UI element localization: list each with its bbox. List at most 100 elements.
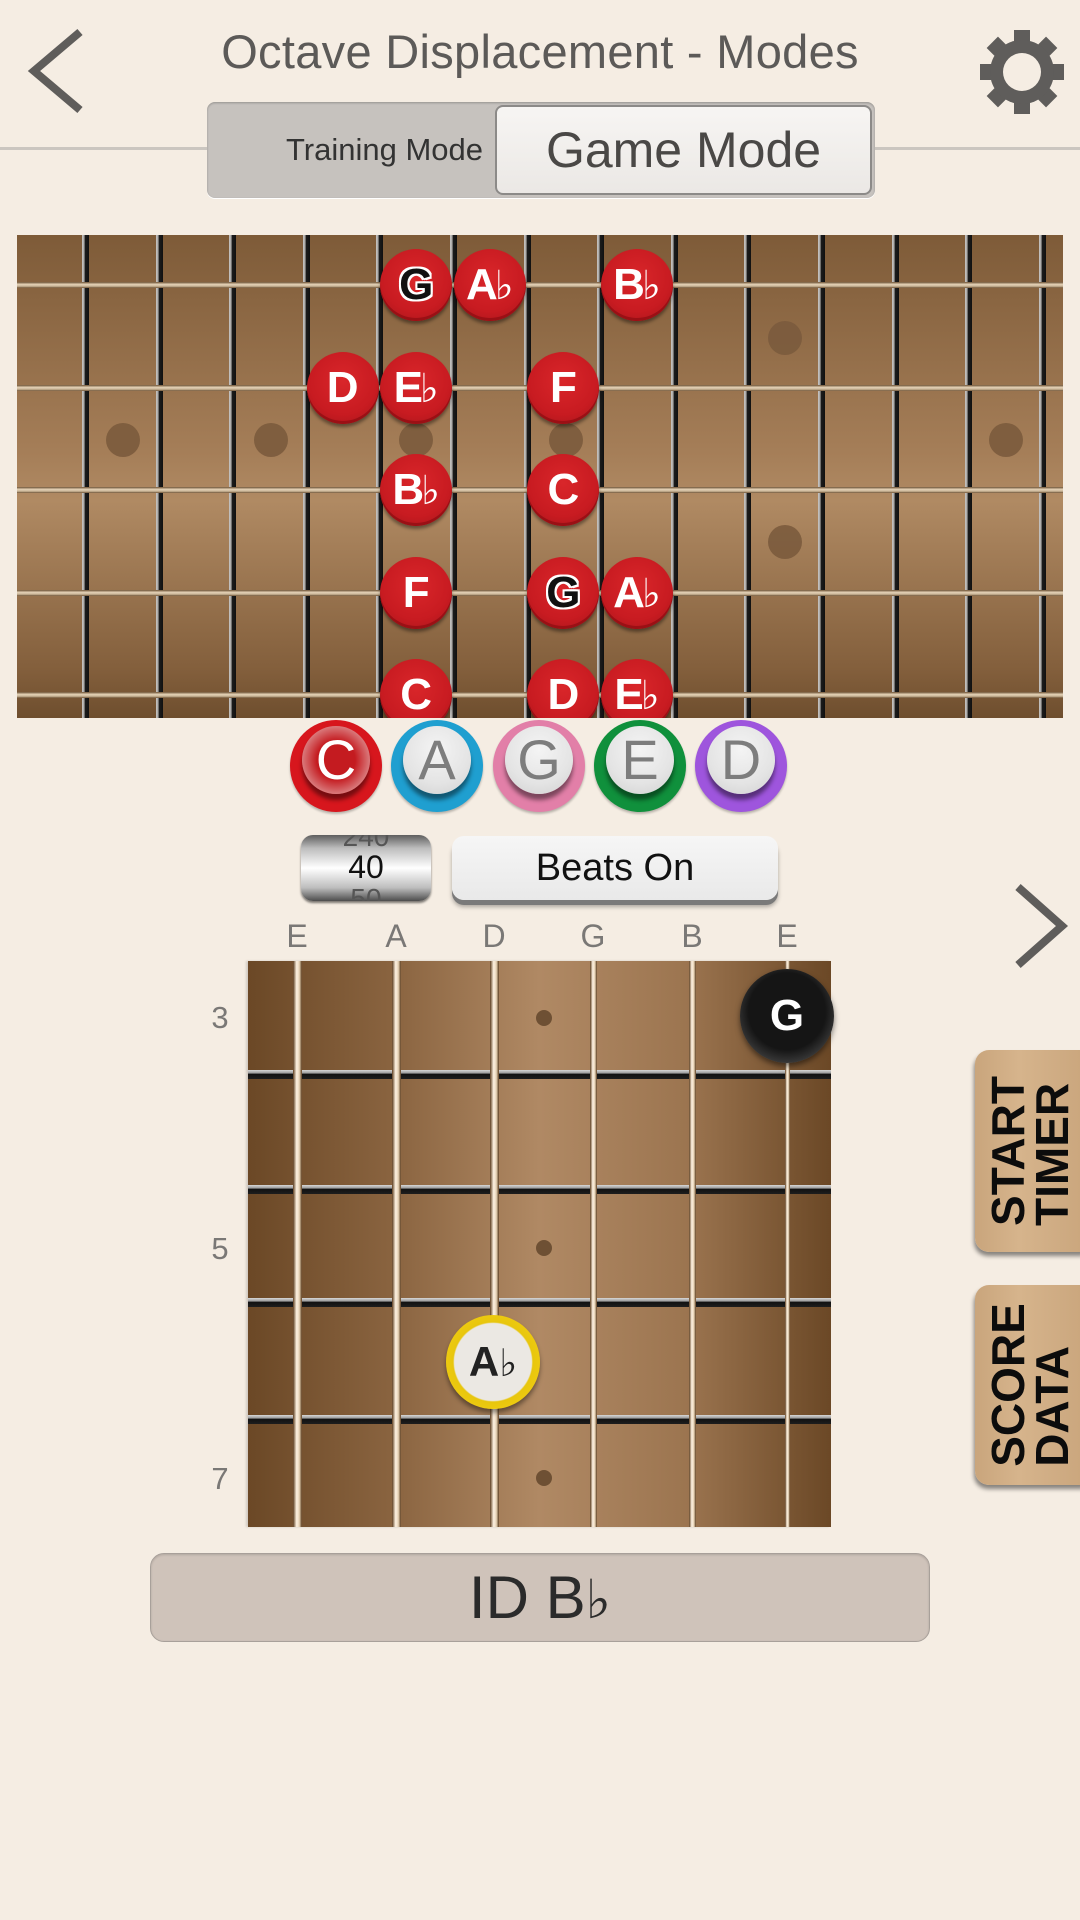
marker-letter: A: [468, 1338, 500, 1385]
scale-note-marker[interactable]: F: [380, 557, 453, 629]
start-timer-tab[interactable]: START TIMER: [975, 1050, 1080, 1252]
caged-button-label: E: [606, 726, 674, 794]
root-note-marker[interactable]: G: [527, 557, 600, 629]
score-data-label: SCORE DATA: [982, 1303, 1078, 1467]
note-accidental: ♭: [494, 263, 514, 309]
note-accidental: ♭: [641, 263, 661, 309]
fret-wire: [229, 235, 237, 718]
fret-inlay-dot: [768, 525, 802, 559]
score-data-line2: DATA: [1026, 1345, 1078, 1467]
fret-wire: [155, 235, 163, 718]
caged-button-d[interactable]: D: [695, 720, 787, 812]
scale-note-marker[interactable]: A♭: [453, 249, 526, 321]
scale-note-marker[interactable]: B♭: [380, 454, 453, 526]
identify-prompt: ID B♭: [150, 1553, 930, 1642]
note-letter: F: [402, 568, 430, 617]
string-label: G: [580, 918, 606, 954]
fret-inlay-dot: [536, 1010, 552, 1026]
scale-note-marker[interactable]: B♭: [601, 249, 673, 321]
string-label: D: [482, 918, 506, 954]
string-label: E: [776, 918, 798, 954]
next-button[interactable]: [1010, 882, 1072, 970]
chevron-right-icon: [1015, 884, 1069, 968]
fret-inlay-dot: [536, 1240, 552, 1256]
string-label: A: [385, 918, 407, 954]
note-letter: B: [392, 465, 425, 514]
guitar-string: [589, 961, 597, 1527]
caged-button-g[interactable]: G: [493, 720, 585, 812]
training-mode-tab[interactable]: Training Mode: [207, 102, 495, 198]
guitar-string: [17, 282, 1063, 288]
note-letter: A: [465, 260, 498, 309]
fret-inlay-dot: [106, 423, 140, 457]
note-letter: G: [399, 260, 434, 309]
tempo-picker[interactable]: 240 40 50: [301, 835, 431, 901]
tempo-next-value: 50: [350, 883, 382, 901]
prompt-accidental: ♭: [585, 1568, 612, 1631]
fret-wire: [248, 1185, 831, 1194]
scale-note-marker[interactable]: C: [527, 454, 600, 526]
fret-inlay-dot: [768, 321, 802, 355]
scale-note-marker[interactable]: E♭: [380, 352, 453, 424]
start-timer-line1: START: [982, 1076, 1034, 1226]
beats-toggle-button[interactable]: Beats On: [452, 836, 778, 900]
fret-wire: [965, 235, 973, 718]
caged-button-label: A: [403, 726, 471, 794]
fret-inlay-dot: [536, 1470, 552, 1486]
scale-note-marker[interactable]: C: [380, 659, 453, 718]
string-label: B: [681, 918, 703, 954]
note-accidental: ♭: [641, 571, 661, 617]
note-accidental: ♭: [640, 673, 660, 718]
note-letter: E: [393, 363, 423, 412]
scale-note-marker[interactable]: D: [527, 659, 600, 718]
score-data-tab[interactable]: SCORE DATA: [975, 1285, 1080, 1485]
caged-button-e[interactable]: E: [594, 720, 686, 812]
note-letter: B: [613, 260, 645, 309]
prompt-text: ID B: [468, 1564, 586, 1631]
fret-wire: [82, 235, 89, 718]
fret-inlay-dot: [399, 423, 433, 457]
back-button[interactable]: [22, 26, 92, 116]
tempo-value: 40: [348, 849, 384, 885]
fret-inlay-dot: [549, 423, 583, 457]
fret-wire: [818, 235, 825, 718]
answer-fretboard[interactable]: [248, 961, 831, 1527]
marker-accidental: ♭: [499, 1341, 518, 1385]
settings-button[interactable]: [976, 26, 1068, 118]
note-accidental: ♭: [419, 366, 439, 412]
caged-button-label: C: [302, 726, 370, 794]
note-letter: D: [326, 363, 359, 412]
caged-button-a[interactable]: A: [391, 720, 483, 812]
fret-wire: [248, 1298, 831, 1307]
note-accidental: ♭: [421, 468, 441, 514]
note-letter: C: [400, 670, 433, 718]
target-note: G: [740, 969, 834, 1063]
mode-segmented-control: Training Mode Game Mode: [207, 102, 875, 198]
answer-note-marker[interactable]: A♭: [446, 1315, 540, 1409]
guitar-string: [688, 961, 696, 1527]
scale-note-marker[interactable]: D: [306, 352, 379, 424]
scale-note-marker[interactable]: A♭: [601, 557, 673, 629]
fret-wire: [891, 235, 899, 718]
game-mode-tab[interactable]: Game Mode: [495, 105, 872, 195]
guitar-string: [489, 961, 499, 1527]
note-letter: C: [547, 465, 580, 514]
root-note-marker[interactable]: G: [380, 249, 453, 321]
fret-wire: [450, 235, 457, 718]
fret-wire: [248, 1070, 831, 1079]
fret-wire: [302, 235, 310, 718]
start-timer-line2: TIMER: [1026, 1082, 1078, 1226]
scale-note-marker[interactable]: E♭: [601, 659, 673, 718]
gear-icon: [980, 30, 1064, 114]
caged-button-c[interactable]: C: [290, 720, 382, 812]
fret-inlay-dot: [989, 423, 1023, 457]
fret-wire: [248, 1415, 831, 1424]
score-data-line1: SCORE: [982, 1303, 1034, 1467]
scale-fretboard: G A♭ B♭ D E♭ F B♭ C F G A♭ C D E♭: [17, 235, 1063, 718]
fret-wire: [670, 235, 678, 718]
scale-note-marker[interactable]: F: [527, 352, 600, 424]
page-title: Octave Displacement - Modes: [221, 25, 859, 78]
chevron-left-icon: [27, 28, 83, 114]
note-letter: G: [546, 568, 581, 617]
string-label: E: [286, 918, 308, 954]
